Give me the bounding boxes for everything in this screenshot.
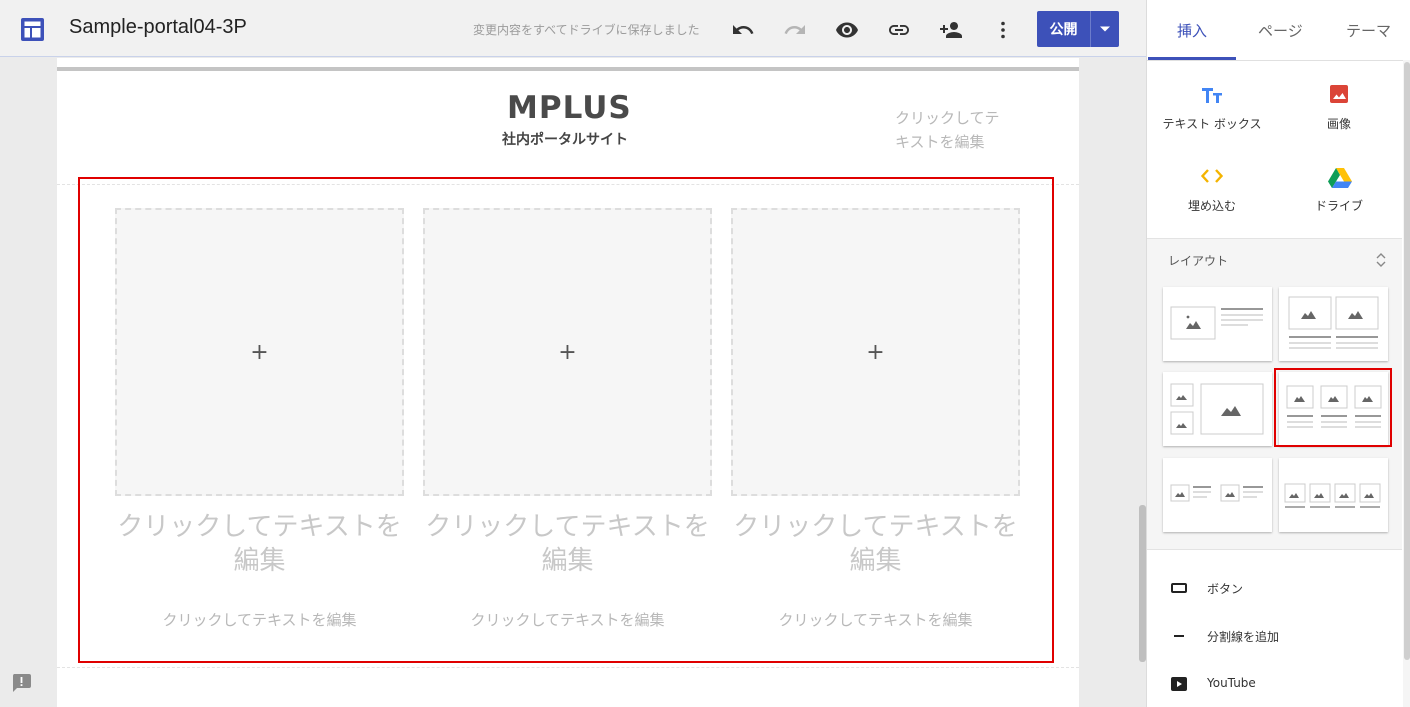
selected-section-highlight <box>78 177 1054 663</box>
more-vert-icon[interactable] <box>991 18 1015 42</box>
youtube-icon <box>1171 677 1187 691</box>
drive-icon <box>1328 168 1352 188</box>
button-icon <box>1171 583 1187 593</box>
insert-youtube-label: YouTube <box>1207 676 1256 690</box>
layout-gallery[interactable] <box>1163 372 1272 446</box>
insert-embed[interactable]: 埋め込む <box>1147 163 1277 223</box>
layout-gallery-preview <box>1170 383 1264 435</box>
header-text-box[interactable]: クリックしてテキストを編集 <box>895 106 1005 154</box>
tab-insert[interactable]: 挿入 <box>1177 20 1207 41</box>
insert-text-box-label: テキスト ボックス <box>1162 117 1262 131</box>
publish-options-button[interactable] <box>1091 11 1119 47</box>
link-icon[interactable] <box>887 18 911 42</box>
layout-four-columns[interactable] <box>1279 458 1388 532</box>
publish-button[interactable]: 公開 <box>1037 11 1119 47</box>
text-box-icon <box>1202 88 1222 103</box>
preview-eye-icon[interactable] <box>835 18 859 42</box>
add-person-icon[interactable] <box>939 18 963 42</box>
collapse-icon[interactable] <box>1375 252 1387 268</box>
layout-image-text-preview <box>1170 306 1263 340</box>
feedback-icon[interactable] <box>11 673 32 693</box>
site-logo-subtitle[interactable]: 社内ポータルサイト <box>502 129 628 149</box>
insert-embed-label: 埋め込む <box>1187 199 1236 213</box>
canvas-scrollbar[interactable] <box>1139 505 1146 662</box>
publish-button-label[interactable]: 公開 <box>1037 11 1090 47</box>
insert-drive-label: ドライブ <box>1314 199 1363 213</box>
tab-themes[interactable]: テーマ <box>1346 20 1391 41</box>
top-toolbar: Sample-portal04-3P 変更内容をすべてドライブに保存しました 公… <box>0 0 1146 57</box>
insert-button-label: ボタン <box>1207 582 1244 596</box>
image-icon <box>1330 85 1348 103</box>
layout-four-columns-preview <box>1284 483 1381 508</box>
undo-icon[interactable] <box>731 18 755 42</box>
selected-layout-highlight <box>1274 368 1392 447</box>
document-title[interactable]: Sample-portal04-3P <box>69 16 247 39</box>
site-page: MPLUS 社内ポータルサイト クリックしてテキストを編集 + クリックしてテキ… <box>57 58 1079 707</box>
tab-separator <box>1147 60 1410 61</box>
insert-image-label: 画像 <box>1326 117 1351 131</box>
insert-image[interactable]: 画像 <box>1274 80 1404 140</box>
caret-down-icon <box>1100 26 1110 32</box>
layout-image-text-pairs[interactable] <box>1163 458 1272 532</box>
layouts-heading: レイアウト <box>1168 254 1229 268</box>
save-status: 変更内容をすべてドライブに保存しました <box>473 23 700 37</box>
side-panel: 挿入 ページ テーマ テキスト ボックス 画像 埋め込む ドライブ レイアウト <box>1146 0 1410 707</box>
panel-scrollbar-thumb[interactable] <box>1404 62 1410 660</box>
insert-divider-label: 分割線を追加 <box>1207 630 1280 644</box>
redo-icon[interactable] <box>783 18 807 42</box>
divider-icon <box>1174 635 1184 637</box>
layout-two-columns[interactable] <box>1279 287 1388 361</box>
insert-youtube[interactable]: YouTube <box>1171 672 1371 696</box>
layouts-section: レイアウト <box>1147 238 1402 550</box>
page-top-border <box>57 67 1079 71</box>
editor-canvas: MPLUS 社内ポータルサイト クリックしてテキストを編集 + クリックしてテキ… <box>0 58 1146 707</box>
layout-image-text-pairs-preview <box>1170 484 1263 502</box>
sites-logo-icon[interactable] <box>20 17 45 42</box>
section-divider-bottom <box>57 667 1079 668</box>
panel-scrollbar[interactable] <box>1403 60 1410 707</box>
insert-text-box[interactable]: テキスト ボックス <box>1147 80 1277 140</box>
insert-divider[interactable]: 分割線を追加 <box>1171 624 1371 648</box>
layout-two-columns-preview <box>1288 296 1379 349</box>
layout-image-text[interactable] <box>1163 287 1272 361</box>
embed-icon <box>1201 169 1223 183</box>
site-logo-text[interactable]: MPLUS <box>507 90 632 126</box>
tab-pages[interactable]: ページ <box>1258 20 1303 41</box>
insert-button[interactable]: ボタン <box>1171 576 1371 600</box>
insert-drive[interactable]: ドライブ <box>1274 163 1404 223</box>
